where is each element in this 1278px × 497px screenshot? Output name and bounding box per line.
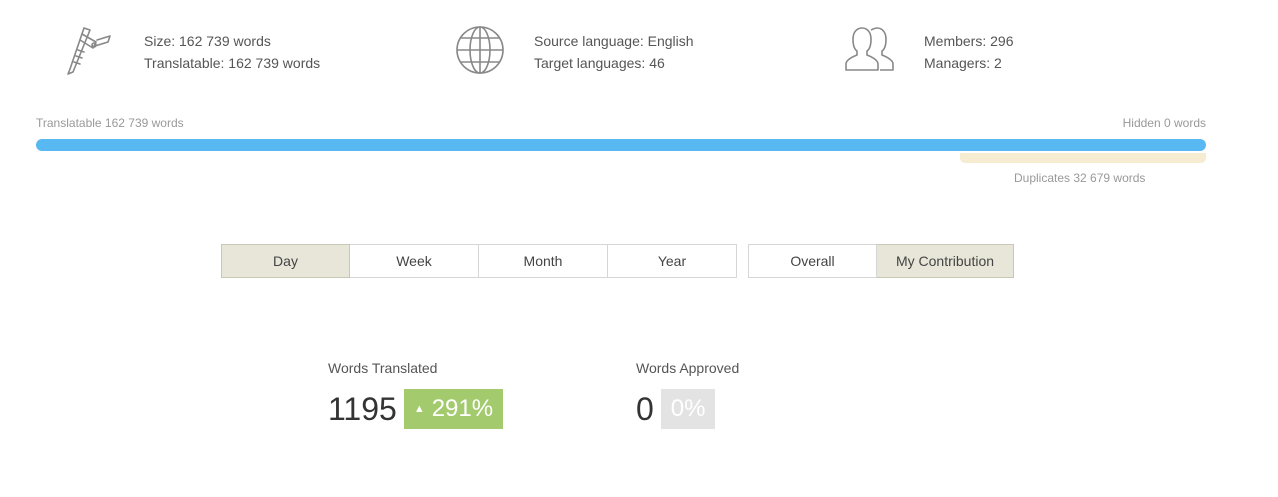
globe-icon — [456, 26, 504, 74]
size-text: Size: 162 739 words — [144, 33, 271, 49]
tab-my-contribution[interactable]: My Contribution — [877, 244, 1014, 278]
translatable-bar-label: Translatable 162 739 words — [36, 116, 184, 130]
words-approved-value: 0 — [636, 391, 654, 427]
words-translated-label: Words Translated — [328, 360, 438, 376]
duplicates-bar-label: Duplicates 32 679 words — [1014, 171, 1146, 185]
words-approved-change-badge: 0% — [660, 389, 716, 429]
period-selector: Day Week Month Year — [221, 244, 737, 278]
tab-year[interactable]: Year — [608, 244, 737, 278]
tab-week[interactable]: Week — [350, 244, 479, 278]
scope-selector: Overall My Contribution — [748, 244, 1014, 278]
hidden-bar-label: Hidden 0 words — [1122, 116, 1206, 130]
duplicates-bar — [960, 153, 1206, 163]
words-translated-value: 1195 — [328, 391, 397, 427]
tab-month[interactable]: Month — [479, 244, 608, 278]
words-translated-change-badge: ▲ 291% — [403, 389, 504, 429]
language-summary: Source language: English Target language… — [454, 24, 694, 76]
words-translated-stat: Words Translated 1195 ▲ 291% — [328, 360, 504, 429]
words-translated-change-text: 291% — [431, 395, 494, 422]
members-summary: Members: 296 Managers: 2 — [844, 24, 1013, 76]
tab-overall[interactable]: Overall — [748, 244, 877, 278]
users-icon — [845, 27, 894, 71]
words-approved-change-text: 0% — [670, 395, 706, 422]
target-languages-text: Target languages: 46 — [534, 55, 665, 71]
words-approved-label: Words Approved — [636, 360, 740, 376]
managers-count-text: Managers: 2 — [924, 55, 1002, 71]
members-count-text: Members: 296 — [924, 33, 1014, 49]
caliper-icon — [67, 27, 111, 75]
size-summary: Size: 162 739 words Translatable: 162 73… — [64, 24, 320, 76]
translatable-words-bar — [36, 139, 1206, 151]
translatable-text: Translatable: 162 739 words — [144, 55, 321, 71]
arrow-up-icon: ▲ — [413, 403, 425, 415]
tab-day[interactable]: Day — [221, 244, 350, 278]
words-approved-stat: Words Approved 0 0% — [636, 360, 739, 429]
source-language-text: Source language: English — [534, 33, 694, 49]
